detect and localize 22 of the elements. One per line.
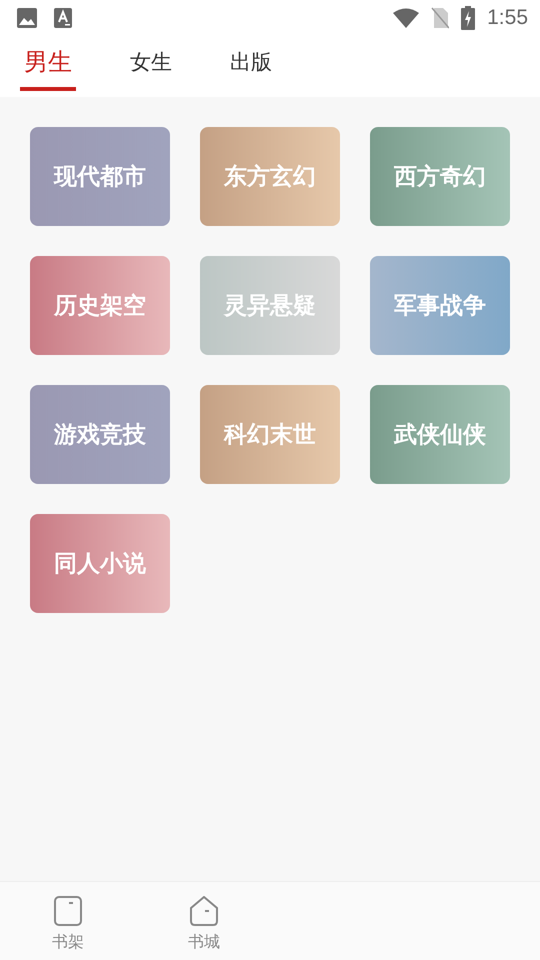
text-icon bbox=[54, 8, 72, 28]
no-sim-icon bbox=[431, 7, 450, 29]
image-icon bbox=[17, 8, 37, 28]
clock-time: 1:55 bbox=[487, 6, 528, 30]
category-tab[interactable]: 女生 bbox=[126, 36, 176, 89]
category-tab[interactable]: 男生 bbox=[20, 36, 76, 91]
nav-item[interactable]: 书城 bbox=[156, 882, 252, 960]
category-card[interactable]: 军事战争 bbox=[370, 256, 510, 355]
category-card[interactable]: 科幻末世 bbox=[200, 385, 340, 484]
category-tab[interactable]: 出版 bbox=[226, 36, 276, 89]
wifi-icon bbox=[393, 8, 420, 28]
nav-item[interactable]: 书架 bbox=[20, 882, 116, 960]
category-card[interactable]: 同人小说 bbox=[30, 514, 170, 613]
category-card[interactable]: 东方玄幻 bbox=[200, 127, 340, 226]
category-card[interactable]: 西方奇幻 bbox=[370, 127, 510, 226]
book-icon bbox=[54, 896, 82, 926]
category-card[interactable]: 武侠仙侠 bbox=[370, 385, 510, 484]
category-card[interactable]: 现代都市 bbox=[30, 127, 170, 226]
battery-icon bbox=[461, 6, 476, 30]
category-card[interactable]: 游戏竞技 bbox=[30, 385, 170, 484]
category-card[interactable]: 历史架空 bbox=[30, 256, 170, 355]
house-icon bbox=[190, 896, 218, 926]
